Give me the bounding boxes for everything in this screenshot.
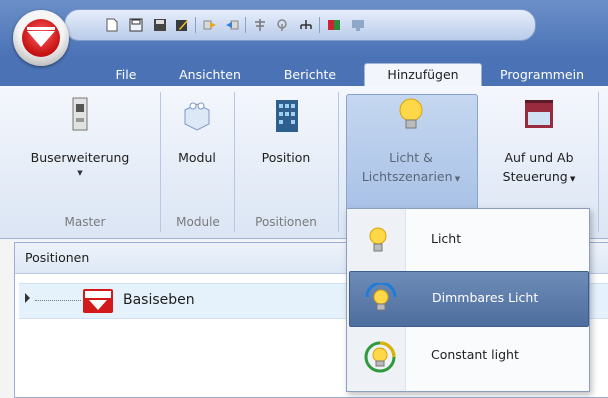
edit-icon[interactable] bbox=[175, 18, 189, 32]
save-as-icon[interactable] bbox=[153, 18, 167, 32]
app-logo-icon bbox=[27, 27, 55, 47]
expand-arrow-icon[interactable] bbox=[25, 293, 30, 303]
menu-item-label: Licht bbox=[431, 231, 462, 246]
antenna-icon[interactable] bbox=[253, 18, 267, 32]
pane-title: Positionen bbox=[25, 250, 90, 265]
dimmable-bulb-icon bbox=[365, 283, 397, 311]
buserweiterung-button[interactable]: Buserweiterung ▼ bbox=[12, 94, 148, 178]
network-icon[interactable] bbox=[299, 18, 313, 32]
modul-button[interactable]: Modul bbox=[164, 94, 230, 168]
color-icon[interactable] bbox=[327, 18, 341, 32]
tab-programmein[interactable]: Programmein bbox=[500, 64, 608, 86]
title-bar bbox=[0, 0, 608, 58]
forward-icon[interactable] bbox=[203, 18, 217, 32]
quick-access-toolbar bbox=[64, 9, 536, 41]
group-label-module: Module bbox=[176, 215, 220, 229]
auf-label-1: Auf und Ab bbox=[504, 150, 574, 165]
group-label-master: Master bbox=[64, 215, 106, 229]
licht-label-1: Licht & bbox=[389, 150, 433, 165]
menu-item-licht[interactable]: Licht bbox=[349, 213, 587, 267]
tree-item-basiseben[interactable]: Basiseben bbox=[123, 292, 195, 308]
tab-file[interactable]: File bbox=[104, 64, 148, 86]
buserweiterung-label: Buserweiterung bbox=[30, 150, 130, 165]
ribbon-tabs: File Ansichten Berichte Hinzufügen Progr… bbox=[0, 58, 608, 86]
back-icon[interactable] bbox=[225, 18, 239, 32]
tab-ansichten[interactable]: Ansichten bbox=[164, 64, 256, 86]
menu-item-label: Dimmbares Licht bbox=[432, 290, 539, 305]
tab-hinzufuegen[interactable]: Hinzufügen bbox=[364, 63, 482, 86]
licht-label-2: Lichtszenarien bbox=[361, 169, 453, 184]
position-label: Position bbox=[261, 150, 311, 165]
monitor-icon[interactable] bbox=[351, 18, 365, 32]
modul-label: Modul bbox=[178, 150, 216, 165]
menu-item-constant-light[interactable]: Constant light bbox=[349, 329, 587, 383]
chevron-down-icon: ▼ bbox=[77, 169, 83, 177]
bulb-icon bbox=[399, 98, 423, 129]
carlo-gavazzi-logo-icon bbox=[83, 289, 113, 313]
group-label-positionen: Positionen bbox=[255, 215, 317, 229]
chevron-down-icon: ▼ bbox=[567, 175, 576, 183]
licht-dropdown-menu: Licht Dimmbares Licht Constant light bbox=[346, 208, 590, 392]
tab-berichte[interactable]: Berichte bbox=[270, 64, 350, 86]
module-icon bbox=[184, 102, 210, 131]
building-icon bbox=[276, 100, 298, 132]
licht-lichtszenarien-button[interactable]: Licht & Lichtszenarien ▼ bbox=[346, 94, 476, 188]
tree-connector bbox=[35, 300, 81, 301]
constant-light-icon bbox=[364, 341, 396, 373]
radio-icon[interactable] bbox=[275, 18, 289, 32]
app-menu-button[interactable] bbox=[13, 10, 69, 66]
blinds-icon bbox=[525, 100, 553, 128]
new-doc-icon[interactable] bbox=[105, 18, 119, 32]
menu-item-label: Constant light bbox=[431, 347, 519, 362]
position-button[interactable]: Position bbox=[238, 94, 334, 168]
menu-item-dimmbares-licht[interactable]: Dimmbares Licht bbox=[349, 271, 589, 327]
din-rail-icon bbox=[72, 97, 88, 131]
auf-label-2: Steuerung bbox=[502, 169, 568, 184]
save-icon[interactable] bbox=[129, 18, 143, 32]
auf-und-ab-button[interactable]: Auf und Ab Steuerung ▼ bbox=[484, 94, 594, 188]
bulb-icon bbox=[369, 227, 387, 252]
chevron-down-icon: ▼ bbox=[452, 175, 461, 183]
